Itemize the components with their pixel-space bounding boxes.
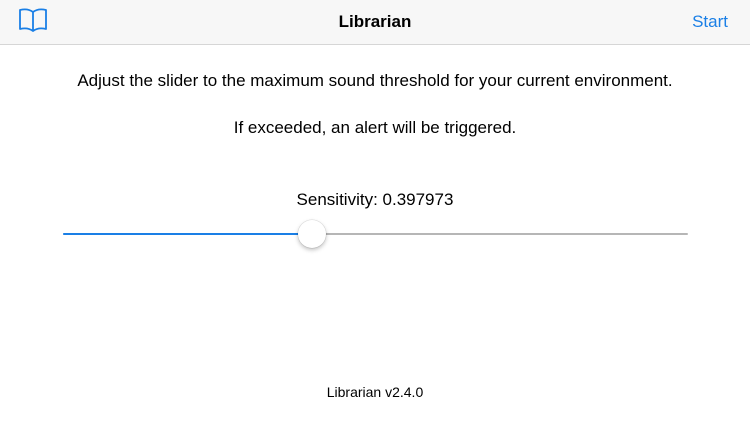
slider-thumb[interactable] (297, 220, 326, 248)
page-title: Librarian (338, 12, 412, 31)
navigation-bar: Librarian Start (0, 0, 750, 45)
sensitivity-label: Sensitivity: 0.397973 (296, 190, 454, 209)
start-button[interactable]: Start (692, 0, 728, 44)
slider-fill (63, 233, 312, 235)
instruction-text: Adjust the slider to the maximum sound t… (77, 71, 673, 90)
version-label: Librarian v2.4.0 (326, 384, 424, 400)
alert-info-text: If exceeded, an alert will be triggered. (233, 118, 517, 137)
sensitivity-slider[interactable] (63, 220, 688, 248)
